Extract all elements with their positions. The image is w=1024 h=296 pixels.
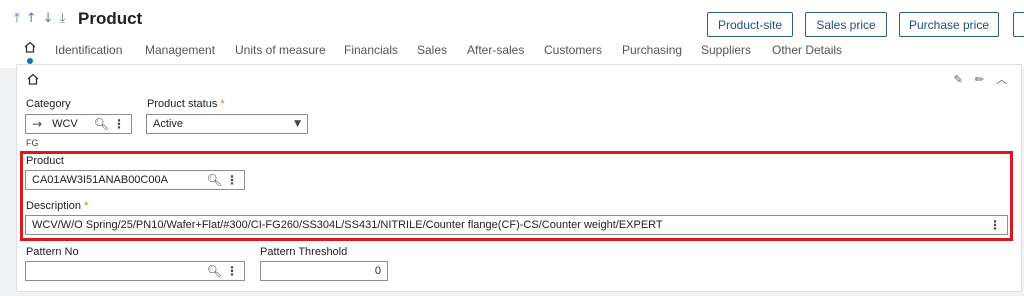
chevron-down-icon[interactable]: ▼ xyxy=(294,119,301,129)
pattern-no-field[interactable]: 🔍︎ ⋮ xyxy=(25,261,245,281)
tab-home[interactable] xyxy=(24,41,38,64)
tab-other-details[interactable]: Other Details xyxy=(772,43,842,57)
tab-sales[interactable]: Sales xyxy=(417,43,447,57)
last-record-icon[interactable]: ⤓ xyxy=(60,11,66,26)
page-title: Product xyxy=(78,9,143,28)
top-bar: ⤒ ↑ ↓ ⤓ Product Product-site Sales price… xyxy=(0,0,1024,68)
more-options-icon[interactable]: ⋮ xyxy=(113,117,125,131)
purchase-price-button[interactable]: Purchase price xyxy=(899,12,999,37)
tab-identification[interactable]: Identification xyxy=(55,43,122,57)
product-status-select[interactable]: Active ▼ xyxy=(146,114,308,134)
tab-bar: Identification Management Units of measu… xyxy=(0,40,1024,64)
product-site-button[interactable]: Product-site xyxy=(707,12,793,37)
category-description: FG xyxy=(26,138,39,148)
next-record-icon[interactable]: ↓ xyxy=(43,11,54,26)
product-status-value: Active xyxy=(153,118,183,130)
more-options-icon[interactable]: ⋮ xyxy=(226,264,238,278)
more-actions-button[interactable] xyxy=(1013,12,1024,37)
arrow-right-icon[interactable]: → xyxy=(32,117,42,131)
pattern-threshold-label: Pattern Threshold xyxy=(260,246,348,258)
edit-icon[interactable]: ✏ xyxy=(975,73,984,86)
product-status-label: Product status * xyxy=(147,98,225,110)
tab-after-sales[interactable]: After-sales xyxy=(467,43,524,57)
collapse-icon[interactable]: ︿ xyxy=(996,71,1007,87)
pattern-threshold-value: 0 xyxy=(374,265,381,277)
tab-suppliers[interactable]: Suppliers xyxy=(701,43,751,57)
search-icon[interactable]: 🔍︎ xyxy=(94,117,109,131)
tab-management[interactable]: Management xyxy=(145,43,215,57)
search-icon[interactable]: 🔍︎ xyxy=(207,264,222,278)
record-navigation: ⤒ ↑ ↓ ⤓ xyxy=(14,11,65,26)
previous-record-icon[interactable]: ↑ xyxy=(26,11,37,26)
pattern-no-label: Pattern No xyxy=(26,246,79,258)
home-icon xyxy=(24,41,36,53)
category-value: WCV xyxy=(52,118,78,130)
first-record-icon[interactable]: ⤒ xyxy=(14,11,20,26)
tab-customers[interactable]: Customers xyxy=(544,43,602,57)
category-label: Category xyxy=(26,98,71,110)
tab-units-of-measure[interactable]: Units of measure xyxy=(235,43,326,57)
home-icon xyxy=(27,73,39,85)
panel-tools: ✎ ✏ ︿ xyxy=(954,71,1007,87)
category-field[interactable]: → WCV 🔍︎ ⋮ xyxy=(25,114,132,134)
sales-price-button[interactable]: Sales price xyxy=(805,12,887,37)
highlight-box xyxy=(20,151,1013,241)
tab-financials[interactable]: Financials xyxy=(344,43,398,57)
pattern-threshold-field[interactable]: 0 xyxy=(260,261,388,281)
tab-purchasing[interactable]: Purchasing xyxy=(622,43,682,57)
pin-icon[interactable]: ✎ xyxy=(954,73,963,86)
